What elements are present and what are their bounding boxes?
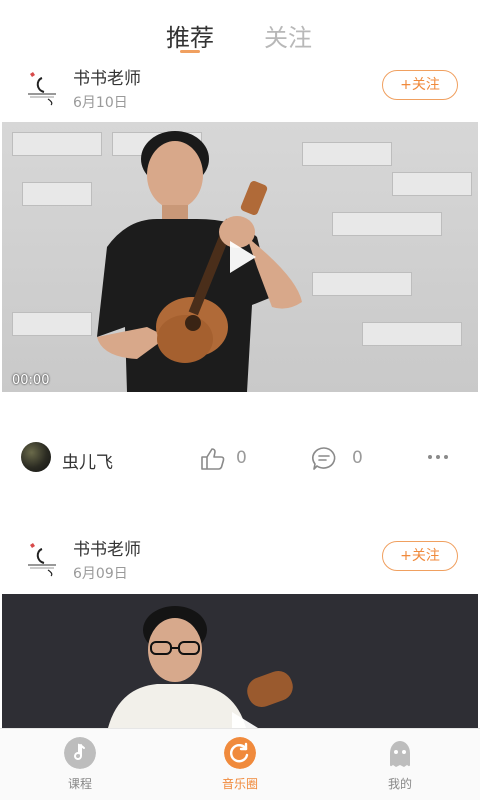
active-tab-indicator bbox=[180, 50, 200, 53]
bottom-nav: 课程 音乐圈 我的 bbox=[0, 728, 480, 800]
nav-label: 音乐圈 bbox=[221, 777, 258, 791]
video-player[interactable]: 00:00 bbox=[2, 122, 478, 392]
brick-wall bbox=[362, 322, 462, 346]
nav-label: 课程 bbox=[67, 777, 92, 791]
brick-wall bbox=[312, 272, 412, 296]
thumbs-up-icon[interactable] bbox=[199, 446, 225, 472]
user-avatar[interactable] bbox=[21, 442, 51, 472]
comment-count: 0 bbox=[352, 448, 363, 468]
more-options-icon[interactable] bbox=[427, 450, 449, 464]
music-note-icon bbox=[64, 737, 96, 769]
brick-wall bbox=[392, 172, 472, 196]
refresh-circle-icon bbox=[224, 737, 256, 769]
nav-mine[interactable]: 我的 bbox=[360, 737, 440, 792]
author-avatar[interactable] bbox=[20, 66, 64, 110]
video-thumbnail-person bbox=[108, 606, 293, 728]
author-avatar[interactable] bbox=[20, 537, 64, 581]
author-name[interactable]: 书书老师 bbox=[73, 535, 141, 560]
play-icon[interactable] bbox=[230, 241, 256, 273]
video-time: 00:00 bbox=[12, 373, 50, 388]
nav-music-circle[interactable]: 音乐圈 bbox=[200, 737, 280, 792]
post-header: 书书老师 6月10日 +关注 bbox=[0, 62, 480, 118]
post-date: 6月09日 bbox=[73, 566, 128, 582]
ghost-profile-icon bbox=[390, 741, 410, 767]
post-date: 6月10日 bbox=[73, 95, 128, 111]
tab-recommend[interactable]: 推荐 bbox=[166, 18, 214, 53]
top-tabs: 推荐 关注 bbox=[0, 0, 480, 60]
post-header: 书书老师 6月09日 +关注 bbox=[0, 533, 480, 589]
comment-icon[interactable] bbox=[311, 446, 337, 472]
nav-courses[interactable]: 课程 bbox=[40, 737, 120, 792]
tab-following[interactable]: 关注 bbox=[264, 18, 312, 53]
follow-button[interactable]: +关注 bbox=[382, 541, 458, 571]
brick-wall bbox=[22, 182, 92, 206]
brick-wall bbox=[332, 212, 442, 236]
user-name[interactable]: 虫儿飞 bbox=[62, 448, 113, 473]
video-player[interactable] bbox=[2, 594, 478, 728]
video-thumbnail-person bbox=[97, 131, 302, 392]
like-count: 0 bbox=[236, 448, 247, 468]
brick-wall bbox=[12, 312, 92, 336]
play-icon[interactable] bbox=[232, 712, 258, 728]
post-action-bar: 虫儿飞 0 0 bbox=[0, 440, 480, 480]
follow-button[interactable]: +关注 bbox=[382, 70, 458, 100]
author-name[interactable]: 书书老师 bbox=[73, 64, 141, 89]
nav-label: 我的 bbox=[387, 777, 412, 791]
